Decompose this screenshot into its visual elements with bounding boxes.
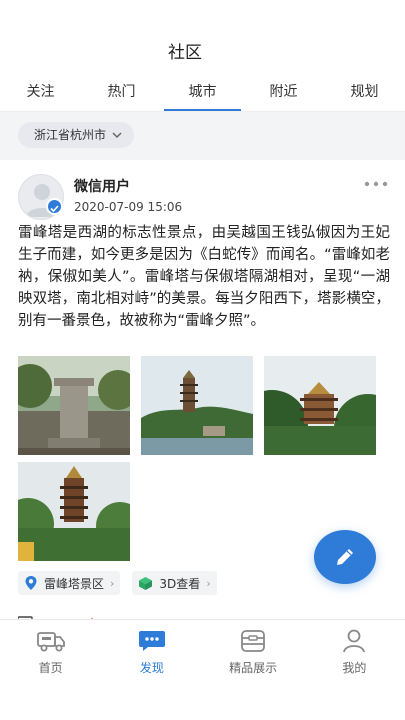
compose-button[interactable]	[314, 530, 376, 584]
location-pin-icon	[25, 576, 37, 590]
post-time: 2020-07-09 15:06	[74, 200, 183, 214]
post-tags: 雷峰塔景区 › 3D查看 ›	[18, 571, 217, 595]
pencil-icon	[337, 549, 353, 565]
chevron-down-icon	[112, 132, 122, 139]
nav-mine[interactable]: 我的	[304, 620, 405, 720]
location-tag[interactable]: 雷峰塔景区 ›	[18, 571, 121, 595]
nav-home-label: 首页	[38, 661, 63, 675]
person-icon	[343, 629, 366, 653]
chevron-right-icon: ›	[206, 576, 211, 590]
tab-city[interactable]: 城市	[162, 74, 243, 111]
post-photo-pagoda-lake[interactable]	[141, 356, 253, 455]
tab-planning[interactable]: 规划	[324, 74, 405, 111]
verified-badge-icon	[46, 198, 63, 215]
chevron-right-icon: ›	[110, 576, 115, 590]
chat-icon	[138, 631, 165, 651]
more-options-icon[interactable]	[362, 178, 390, 190]
box-icon	[241, 630, 266, 652]
post-photo-pagoda-trees[interactable]	[18, 462, 130, 561]
title-bar: 社区	[0, 0, 405, 74]
user-name[interactable]: 微信用户	[74, 176, 130, 196]
post-text: 雷峰塔是西湖的标志性景点，由吴越国王钱弘俶因为王妃生子而建，如今更多是因为《白蛇…	[18, 225, 390, 329]
nav-discover-label: 发现	[139, 661, 164, 675]
tab-nearby[interactable]: 附近	[243, 74, 324, 111]
filter-bar: 浙江省杭州市	[0, 112, 405, 160]
nav-showcase[interactable]: 精品展示	[203, 620, 304, 720]
page-title: 社区	[168, 43, 202, 63]
3d-view-tag[interactable]: 3D查看 ›	[132, 571, 217, 595]
3d-view-tag-label: 3D查看	[159, 576, 201, 591]
cube-icon	[139, 576, 153, 590]
tab-popular[interactable]: 热门	[81, 74, 162, 111]
tab-bar: 关注 热门 城市 附近 规划	[0, 74, 405, 112]
city-select[interactable]: 浙江省杭州市	[18, 122, 135, 148]
location-tag-label: 雷峰塔景区	[44, 576, 105, 591]
truck-icon	[36, 632, 65, 652]
tab-following[interactable]: 关注	[0, 74, 81, 111]
city-select-label: 浙江省杭州市	[34, 128, 107, 142]
bottom-nav: 首页 发现 精品展示 我的	[0, 619, 405, 720]
post-photo-stone-monument[interactable]	[18, 356, 130, 455]
nav-home[interactable]: 首页	[0, 620, 101, 720]
nav-discover[interactable]: 发现	[101, 620, 202, 720]
post-photo-pagoda-hill[interactable]	[264, 356, 376, 455]
nav-showcase-label: 精品展示	[229, 661, 278, 675]
nav-mine-label: 我的	[342, 661, 367, 675]
